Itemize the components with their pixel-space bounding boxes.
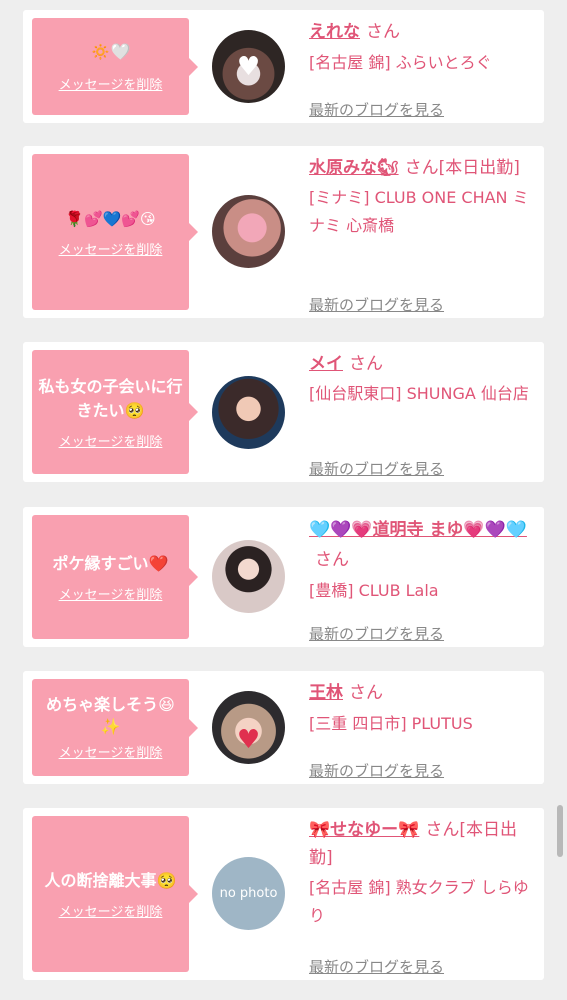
shop-label: [名古屋 錦] 熟女クラブ しらゆり xyxy=(309,878,529,925)
cast-name-link[interactable]: 🩵💜💗道明寺 まゆ💗💜🩵 xyxy=(309,520,527,540)
cast-info: 王林 さん [三重 四日市] PLUTUS 最新のブログを見る xyxy=(309,679,535,780)
cast-info: 🩵💜💗道明寺 まゆ💗💜🩵 さん [豊橋] CLUB Lala 最新のブログを見る xyxy=(309,515,535,643)
message-bubble: 🌹💕💙💕😘 メッセージを削除 xyxy=(32,154,198,310)
avatar[interactable]: no photo xyxy=(212,857,285,930)
shop-label: [三重 四日市] PLUTUS xyxy=(309,714,473,733)
message-bubble: 人の断捨離大事🥺 メッセージを削除 xyxy=(32,816,198,972)
message-card: 人の断捨離大事🥺 メッセージを削除 no photo 🎀せなゆー🎀 さん[本日出勤… xyxy=(23,808,544,980)
no-photo-label: no photo xyxy=(219,886,278,901)
blog-link[interactable]: 最新のブログを見る xyxy=(309,760,444,781)
blog-link[interactable]: 最新のブログを見る xyxy=(309,99,444,120)
delete-message-link[interactable]: メッセージを削除 xyxy=(59,431,163,450)
cast-name-link[interactable]: 水原みな🐿 xyxy=(309,158,399,178)
honorific-label: さん xyxy=(349,683,383,703)
shop-label: [仙台駅東口] SHUNGA 仙台店 xyxy=(309,384,529,403)
message-text: 🔅🤍 xyxy=(90,42,131,61)
cast-info: えれな さん [名古屋 錦] ふらいとろぐ 最新のブログを見る xyxy=(309,18,535,119)
cast-info: 水原みな🐿 さん[本日出勤] [ミナミ] CLUB ONE CHAN ミナミ 心斎… xyxy=(309,154,535,314)
message-card: 🔅🤍 メッセージを削除 ♥ えれな さん [名古屋 錦] ふらいとろぐ 最新のブロ… xyxy=(23,10,544,123)
cast-name-link[interactable]: えれな xyxy=(309,22,360,42)
message-bubble: めちゃ楽しそう😆✨ メッセージを削除 xyxy=(32,679,198,776)
shop-label: [ミナミ] CLUB ONE CHAN ミナミ 心斎橋 xyxy=(309,188,529,235)
heart-icon: ♥ xyxy=(236,724,261,755)
message-text: めちゃ楽しそう😆✨ xyxy=(46,695,175,736)
honorific-label: さん xyxy=(366,22,400,42)
avatar[interactable] xyxy=(212,376,285,449)
blog-link[interactable]: 最新のブログを見る xyxy=(309,956,444,977)
delete-message-link[interactable]: メッセージを削除 xyxy=(59,901,163,920)
honorific-label: さん xyxy=(315,550,349,570)
cast-name-link[interactable]: 王林 xyxy=(309,683,343,703)
cast-info: メイ さん [仙台駅東口] SHUNGA 仙台店 最新のブログを見る xyxy=(309,350,535,478)
avatar[interactable]: ♥ xyxy=(212,30,285,103)
delete-message-link[interactable]: メッセージを削除 xyxy=(59,584,163,603)
shop-label: [名古屋 錦] ふらいとろぐ xyxy=(309,53,492,72)
message-card: 🌹💕💙💕😘 メッセージを削除 水原みな🐿 さん[本日出勤] [ミナミ] CLUB … xyxy=(23,146,544,318)
blog-link[interactable]: 最新のブログを見る xyxy=(309,294,444,315)
message-text: 🌹💕💙💕😘 xyxy=(65,209,156,228)
avatar[interactable]: ♥ xyxy=(212,691,285,764)
message-card: 私も女の子会いに行きたい🥺 メッセージを削除 メイ さん [仙台駅東口] SHUN… xyxy=(23,342,544,482)
message-bubble: 私も女の子会いに行きたい🥺 メッセージを削除 xyxy=(32,350,198,474)
message-text: ポケ縁すごい❤️ xyxy=(52,553,169,573)
honorific-label: さん xyxy=(349,354,383,374)
delete-message-link[interactable]: メッセージを削除 xyxy=(59,239,163,258)
message-bubble: ポケ縁すごい❤️ メッセージを削除 xyxy=(32,515,198,639)
message-card: ポケ縁すごい❤️ メッセージを削除 🩵💜💗道明寺 まゆ💗💜🩵 さん [豊橋] CL… xyxy=(23,507,544,647)
blog-link[interactable]: 最新のブログを見る xyxy=(309,458,444,479)
delete-message-link[interactable]: メッセージを削除 xyxy=(59,74,163,93)
message-text: 人の断捨離大事🥺 xyxy=(44,870,177,890)
cast-name-link[interactable]: 🎀せなゆー🎀 xyxy=(309,820,419,840)
message-bubble: 🔅🤍 メッセージを削除 xyxy=(32,18,198,115)
delete-message-link[interactable]: メッセージを削除 xyxy=(59,742,163,761)
avatar[interactable] xyxy=(212,540,285,613)
cast-info: 🎀せなゆー🎀 さん[本日出勤] [名古屋 錦] 熟女クラブ しらゆり 最新のブログ… xyxy=(309,816,535,976)
shop-label: [豊橋] CLUB Lala xyxy=(309,581,439,600)
blog-link[interactable]: 最新のブログを見る xyxy=(309,623,444,644)
message-text: 私も女の子会いに行きたい🥺 xyxy=(38,376,183,420)
scrollbar[interactable] xyxy=(557,805,563,857)
heart-icon: ♥ xyxy=(236,51,261,82)
message-card: めちゃ楽しそう😆✨ メッセージを削除 ♥ 王林 さん [三重 四日市] PLUTU… xyxy=(23,671,544,784)
avatar[interactable] xyxy=(212,195,285,268)
honorific-label: さん[本日出勤] xyxy=(404,158,520,178)
cast-name-link[interactable]: メイ xyxy=(309,354,343,374)
